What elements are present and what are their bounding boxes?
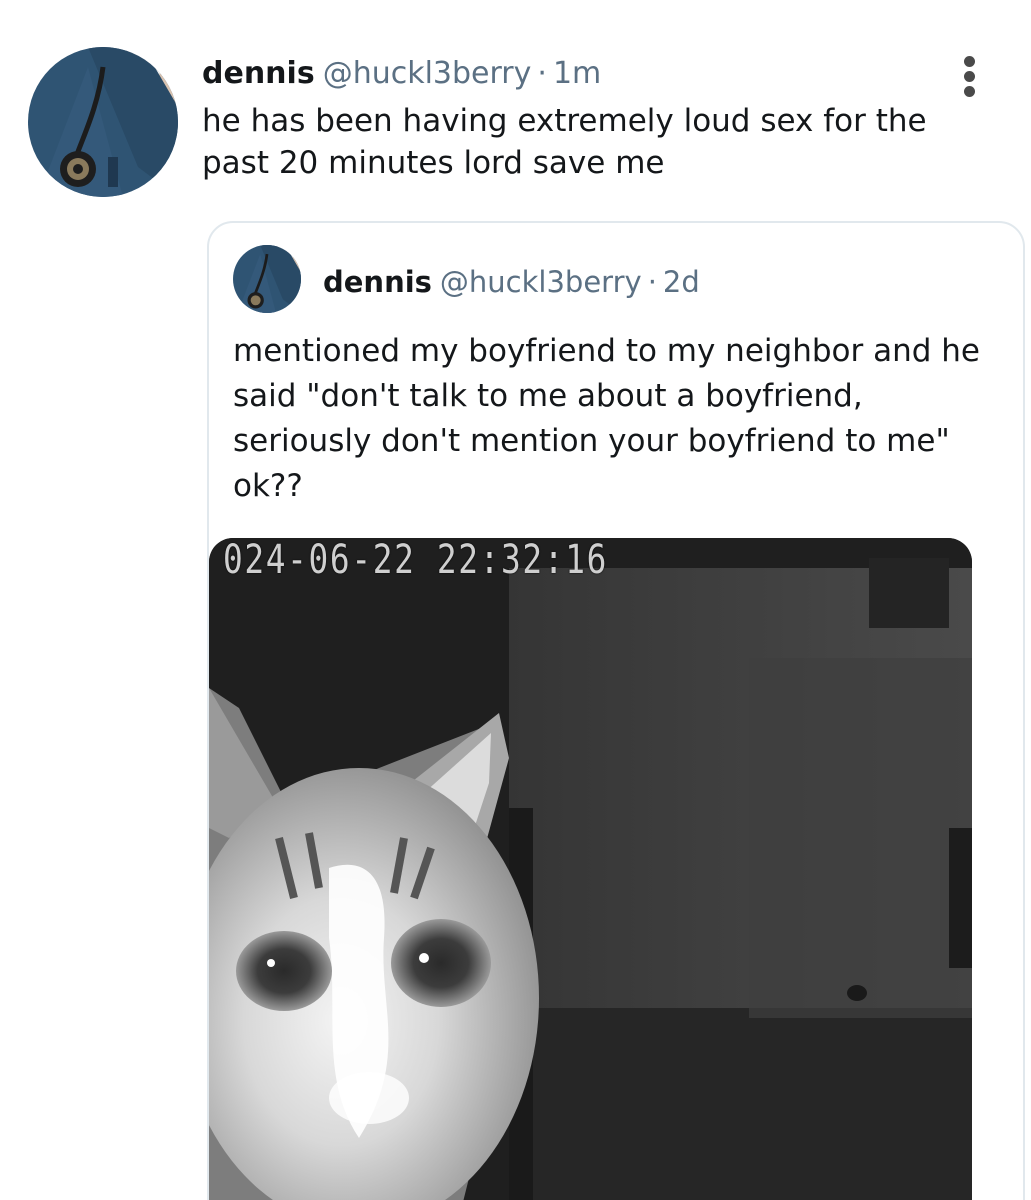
tweet-header: dennis @huckl3berry · 1m (202, 54, 601, 94)
quoted-author-handle[interactable]: @huckl3berry (440, 265, 642, 299)
menu-dot (964, 86, 975, 97)
tweet-text: he has been having extremely loud sex fo… (202, 103, 927, 181)
tweet-time[interactable]: 1m (553, 56, 601, 91)
avatar-image (28, 47, 178, 197)
quoted-tweet-media[interactable]: 024-06-22 22:32:16 (209, 538, 972, 1200)
quoted-separator-dot: · (647, 265, 657, 299)
tweet-screen: dennis @huckl3berry · 1m he has been having… (0, 0, 1031, 1200)
menu-dot (964, 56, 975, 67)
quoted-tweet-time[interactable]: 2d (663, 265, 700, 299)
quoted-avatar-image (233, 245, 301, 313)
author-handle[interactable]: @huckl3berry (323, 56, 532, 91)
author-avatar[interactable] (28, 47, 178, 197)
quoted-author-avatar[interactable] (233, 245, 301, 313)
more-vertical-icon[interactable] (950, 52, 990, 97)
quoted-tweet-card[interactable]: dennis @huckl3berry · 2d mentioned my boyfr… (207, 221, 1025, 1200)
menu-dot (964, 71, 975, 82)
author-name[interactable]: dennis (202, 56, 315, 91)
quoted-tweet-header: dennis @huckl3berry · 2d (323, 263, 700, 301)
quoted-author-name[interactable]: dennis (323, 265, 432, 299)
cat-security-camera-image (209, 538, 972, 1200)
camera-timestamp-overlay: 024-06-22 22:32:16 (223, 538, 608, 583)
quoted-tweet-text: mentioned my boyfriend to my neighbor an… (233, 333, 980, 504)
separator-dot: · (537, 56, 547, 91)
